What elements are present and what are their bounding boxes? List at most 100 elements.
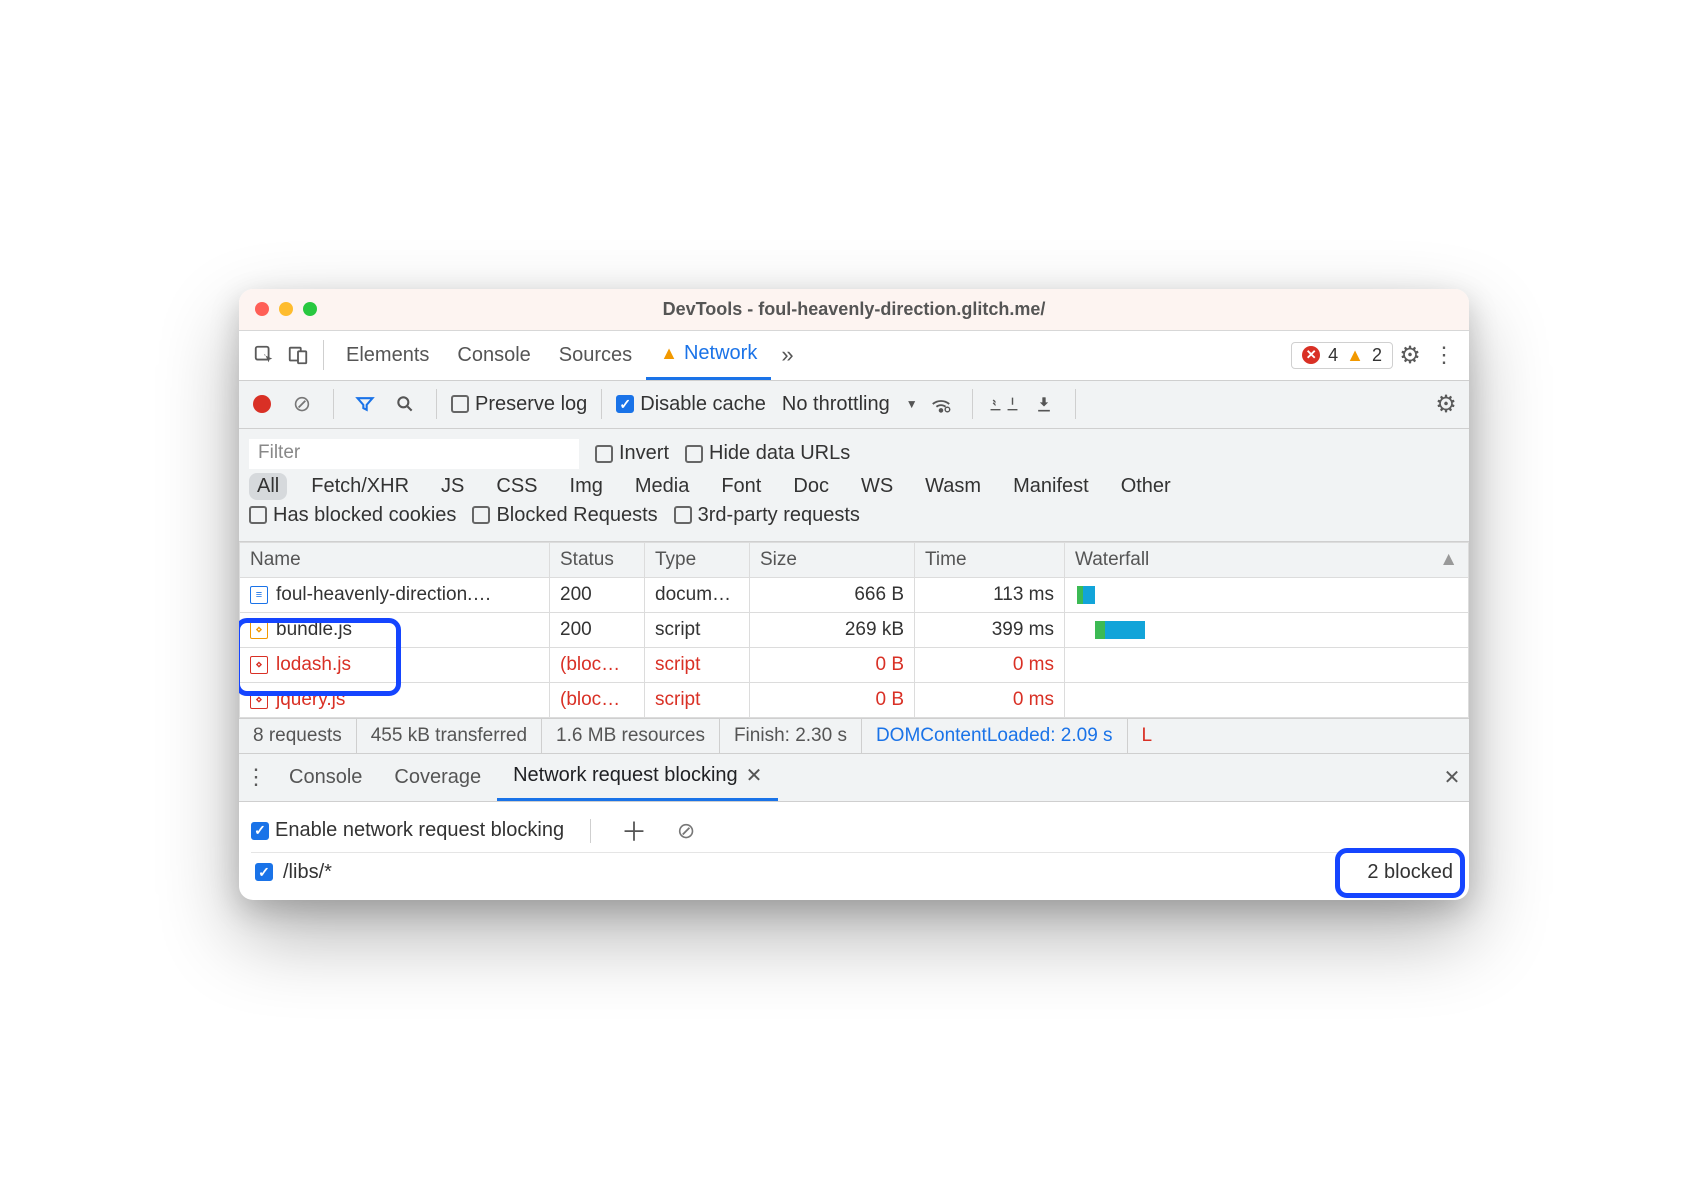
request-type: script: [645, 682, 750, 717]
request-time: 399 ms: [915, 612, 1065, 647]
request-type: script: [645, 647, 750, 682]
import-har-icon[interactable]: [987, 387, 1021, 421]
request-size: 0 B: [750, 647, 915, 682]
summary-domcontentloaded: DOMContentLoaded: 2.09 s: [862, 719, 1128, 753]
more-tabs-icon[interactable]: »: [781, 342, 793, 368]
main-tabs: Elements Console Sources ▲ Network » ✕ 4…: [239, 331, 1469, 381]
warning-icon: ▲: [660, 343, 678, 364]
request-blocking-panel: ✓Enable network request blocking ＋ ⊘ ✓ /l…: [239, 802, 1469, 900]
enable-request-blocking-checkbox[interactable]: ✓Enable network request blocking: [251, 819, 564, 842]
network-table: Name Status Type Size Time Waterfall▲ ≡f…: [239, 542, 1469, 718]
filter-bar: Filter Invert Hide data URLs All Fetch/XH…: [239, 429, 1469, 542]
has-blocked-cookies-checkbox[interactable]: Has blocked cookies: [249, 504, 456, 527]
type-filter-font[interactable]: Font: [713, 473, 769, 500]
request-waterfall: [1065, 647, 1469, 682]
kebab-menu-icon[interactable]: ⋮: [1427, 338, 1461, 372]
tab-elements[interactable]: Elements: [332, 331, 443, 380]
filter-icon[interactable]: [348, 387, 382, 421]
type-filter-fetch-xhr[interactable]: Fetch/XHR: [303, 473, 417, 500]
drawer-tab-coverage[interactable]: Coverage: [378, 754, 497, 801]
close-drawer-icon[interactable]: ✕: [1435, 760, 1469, 794]
network-summary: 8 requests 455 kB transferred 1.6 MB res…: [239, 718, 1469, 754]
pattern-text: /libs/*: [283, 861, 332, 884]
export-har-icon[interactable]: [1027, 387, 1061, 421]
request-status: 200: [550, 577, 645, 612]
warning-icon: ▲: [1346, 345, 1364, 366]
type-filter-media[interactable]: Media: [627, 473, 697, 500]
settings-icon[interactable]: ⚙: [1393, 338, 1427, 372]
table-row[interactable]: ⋄ lodash.js (bloc…script0 B0 ms: [240, 647, 1469, 682]
drawer-tab-request-blocking[interactable]: Network request blocking ✕: [497, 754, 778, 801]
request-type: docum…: [645, 577, 750, 612]
request-size: 0 B: [750, 682, 915, 717]
request-time: 0 ms: [915, 647, 1065, 682]
request-time: 113 ms: [915, 577, 1065, 612]
tab-console[interactable]: Console: [443, 331, 544, 380]
blocked-requests-checkbox[interactable]: Blocked Requests: [472, 504, 657, 527]
request-waterfall: [1065, 577, 1469, 612]
col-time[interactable]: Time: [915, 542, 1065, 577]
error-count: 4: [1328, 345, 1338, 366]
type-filter-all[interactable]: All: [249, 473, 287, 500]
request-status: (bloc…: [550, 647, 645, 682]
request-name: jquery.js: [276, 689, 345, 711]
record-button[interactable]: [245, 387, 279, 421]
col-status[interactable]: Status: [550, 542, 645, 577]
type-filter-css[interactable]: CSS: [488, 473, 545, 500]
type-filter-img[interactable]: Img: [562, 473, 611, 500]
filter-input[interactable]: Filter: [249, 439, 579, 469]
col-size[interactable]: Size: [750, 542, 915, 577]
disable-cache-checkbox[interactable]: ✓Disable cache: [616, 393, 766, 416]
tab-sources[interactable]: Sources: [545, 331, 646, 380]
type-filter-wasm[interactable]: Wasm: [917, 473, 989, 500]
blocking-pattern-row[interactable]: ✓/libs/*2 blocked: [251, 852, 1457, 892]
file-icon: ⋄: [250, 656, 268, 674]
third-party-checkbox[interactable]: 3rd-party requests: [674, 504, 860, 527]
sort-asc-icon: ▲: [1439, 549, 1458, 571]
request-name: bundle.js: [276, 619, 352, 641]
drawer-tab-console[interactable]: Console: [273, 754, 378, 801]
file-icon: ⋄: [250, 621, 268, 639]
request-status: 200: [550, 612, 645, 647]
col-waterfall[interactable]: Waterfall▲: [1065, 542, 1469, 577]
network-conditions-icon[interactable]: [924, 387, 958, 421]
pattern-enabled-checkbox[interactable]: ✓: [255, 863, 273, 881]
table-row[interactable]: ≡foul-heavenly-direction.…200docum…666 B…: [240, 577, 1469, 612]
summary-finish: Finish: 2.30 s: [720, 719, 862, 753]
search-icon[interactable]: [388, 387, 422, 421]
request-waterfall: [1065, 682, 1469, 717]
issue-badges[interactable]: ✕ 4 ▲ 2: [1291, 342, 1393, 369]
tab-network[interactable]: ▲ Network: [646, 331, 771, 380]
type-filter-other[interactable]: Other: [1113, 473, 1179, 500]
close-tab-icon[interactable]: ✕: [746, 763, 763, 788]
request-name: lodash.js: [276, 654, 351, 676]
device-toggle-icon[interactable]: [281, 338, 315, 372]
titlebar: DevTools - foul-heavenly-direction.glitc…: [239, 289, 1469, 331]
network-table-wrap: Name Status Type Size Time Waterfall▲ ≡f…: [239, 542, 1469, 718]
col-type[interactable]: Type: [645, 542, 750, 577]
type-filter-js[interactable]: JS: [433, 473, 472, 500]
devtools-window: DevTools - foul-heavenly-direction.glitc…: [239, 289, 1469, 900]
type-filter-doc[interactable]: Doc: [785, 473, 837, 500]
clear-button[interactable]: ⊘: [285, 387, 319, 421]
summary-load: L: [1128, 719, 1156, 753]
add-pattern-button[interactable]: ＋: [617, 814, 651, 848]
throttling-dropdown[interactable]: No throttling▼: [782, 393, 918, 416]
panel-settings-icon[interactable]: ⚙: [1429, 387, 1463, 421]
request-size: 269 kB: [750, 612, 915, 647]
drawer-tabs: ⋮ Console Coverage Network request block…: [239, 754, 1469, 802]
col-name[interactable]: Name: [240, 542, 550, 577]
hide-data-urls-checkbox[interactable]: Hide data URLs: [685, 442, 850, 465]
table-row[interactable]: ⋄bundle.js200script269 kB399 ms: [240, 612, 1469, 647]
divider: [323, 340, 324, 370]
invert-checkbox[interactable]: Invert: [595, 442, 669, 465]
inspect-icon[interactable]: [247, 338, 281, 372]
drawer-menu-icon[interactable]: ⋮: [239, 760, 273, 794]
preserve-log-checkbox[interactable]: Preserve log: [451, 393, 587, 416]
clear-patterns-button[interactable]: ⊘: [669, 814, 703, 848]
request-waterfall: [1065, 612, 1469, 647]
type-filter-ws[interactable]: WS: [853, 473, 901, 500]
type-filter-manifest[interactable]: Manifest: [1005, 473, 1097, 500]
file-icon: ⋄: [250, 691, 268, 709]
table-row[interactable]: ⋄jquery.js(bloc…script0 B0 ms: [240, 682, 1469, 717]
